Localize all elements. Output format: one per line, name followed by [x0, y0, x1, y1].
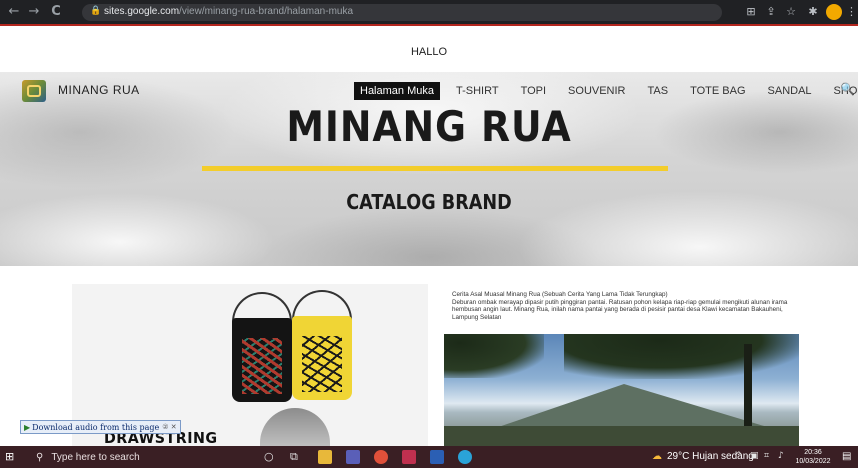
edge-icon[interactable]	[458, 450, 472, 464]
app-icon[interactable]	[346, 450, 360, 464]
browser-toolbar: ← → C 🔒 sites.google.com/view/minang-rua…	[0, 0, 858, 26]
tree-canopy	[444, 334, 544, 378]
nav-item-t-shirt[interactable]: T-SHIRT	[456, 85, 499, 97]
play-icon[interactable]: ▶	[24, 423, 30, 432]
hero-title: MINANG RUA	[286, 102, 572, 151]
chevron-up-icon[interactable]: ^	[735, 451, 743, 461]
black-bag-image	[232, 318, 292, 402]
nav-item-tas[interactable]: TAS	[648, 85, 669, 97]
volume-icon[interactable]: ♪	[778, 451, 784, 461]
app-icon[interactable]	[402, 450, 416, 464]
weather-icon: ☁	[652, 451, 662, 462]
ground	[444, 426, 799, 446]
download-audio-widget[interactable]: ▶ Download audio from this page ② ✕	[20, 420, 181, 434]
translate-icon[interactable]: ⊞	[744, 5, 758, 19]
nav-item-souvenir[interactable]: SOUVENIR	[568, 85, 625, 97]
main-content: DRAWSTRING Cerita Asal Muasal Minang Rua…	[0, 266, 858, 446]
story-heading: Cerita Asal Muasal Minang Rua (Sebuah Ce…	[452, 291, 668, 298]
search-icon[interactable]: 🔍	[840, 82, 855, 96]
notification-icon[interactable]: ▤	[842, 451, 851, 462]
cortana-icon[interactable]: ○	[264, 450, 274, 463]
audio-widget-controls[interactable]: ② ✕	[162, 423, 176, 431]
tree-canopy	[564, 334, 799, 379]
nav-item-sandal[interactable]: SANDAL	[768, 85, 812, 97]
back-icon[interactable]: ←	[6, 4, 22, 20]
mountain-shape	[484, 384, 784, 432]
site-navigation: Halaman Muka T-SHIRT TOPI SOUVENIR TAS T…	[354, 80, 858, 102]
taskbar-clock[interactable]: 20:36 10/03/2022	[793, 448, 833, 466]
share-icon[interactable]: ⇪	[764, 5, 778, 19]
brand-logo[interactable]	[22, 80, 46, 102]
nav-item-tote-bag[interactable]: TOTE BAG	[690, 85, 745, 97]
chrome-icon[interactable]	[374, 450, 388, 464]
url-text: sites.google.com/view/minang-rua-brand/h…	[104, 6, 353, 17]
hero-subtitle: CATALOG BRAND	[346, 190, 512, 214]
gray-bag-image	[260, 408, 330, 446]
task-view-icon[interactable]: ⧉	[290, 450, 298, 464]
title-underline	[202, 166, 668, 171]
tray-app-icon[interactable]: ▣	[750, 451, 759, 461]
lock-icon: 🔒	[90, 6, 102, 16]
extensions-icon[interactable]: ✱	[806, 5, 820, 19]
nav-item-topi[interactable]: TOPI	[521, 85, 546, 97]
bag-pattern	[302, 336, 342, 392]
reload-icon[interactable]: C	[48, 4, 64, 20]
clock-time: 20:36	[804, 449, 822, 456]
windows-start-icon[interactable]: ⊞	[5, 451, 17, 463]
search-icon: ⚲	[36, 451, 44, 463]
yellow-bag-image	[292, 316, 352, 400]
file-explorer-icon[interactable]	[318, 450, 332, 464]
download-audio-label[interactable]: Download audio from this page	[32, 423, 159, 432]
profile-avatar[interactable]	[826, 4, 842, 20]
forward-icon[interactable]: →	[26, 4, 42, 20]
beach-photo	[444, 334, 799, 446]
announcement-text: HALLO	[410, 46, 448, 58]
windows-taskbar: ⊞ ⚲ Type here to search ○ ⧉ ☁ 29°C Hujan…	[0, 446, 858, 468]
url-domain: sites.google.com	[104, 6, 180, 17]
menu-kebab-icon[interactable]: ⋮	[846, 5, 857, 19]
announcement-bar: HALLO	[0, 26, 858, 72]
url-path: /view/minang-rua-brand/halaman-muka	[179, 6, 354, 17]
taskbar-search-placeholder: Type here to search	[51, 451, 140, 463]
story-text: Cerita Asal Muasal Minang Rua (Sebuah Ce…	[452, 291, 792, 321]
brand-name[interactable]: MINANG RUA	[58, 83, 140, 97]
taskbar-search[interactable]: ⚲ Type here to search	[36, 451, 140, 463]
nav-item-halaman-muka[interactable]: Halaman Muka	[354, 82, 440, 100]
story-body: Deburan ombak merayap dipasir putih ping…	[452, 298, 788, 321]
network-icon[interactable]: ⌗	[764, 451, 769, 461]
bookmark-star-icon[interactable]: ☆	[784, 5, 798, 19]
clock-date: 10/03/2022	[795, 458, 831, 465]
word-icon[interactable]	[430, 450, 444, 464]
hero-banner: MINANG RUA Halaman Muka T-SHIRT TOPI SOU…	[0, 72, 858, 266]
bag-pattern	[242, 338, 282, 394]
address-bar[interactable]: 🔒 sites.google.com/view/minang-rua-brand…	[82, 4, 722, 21]
